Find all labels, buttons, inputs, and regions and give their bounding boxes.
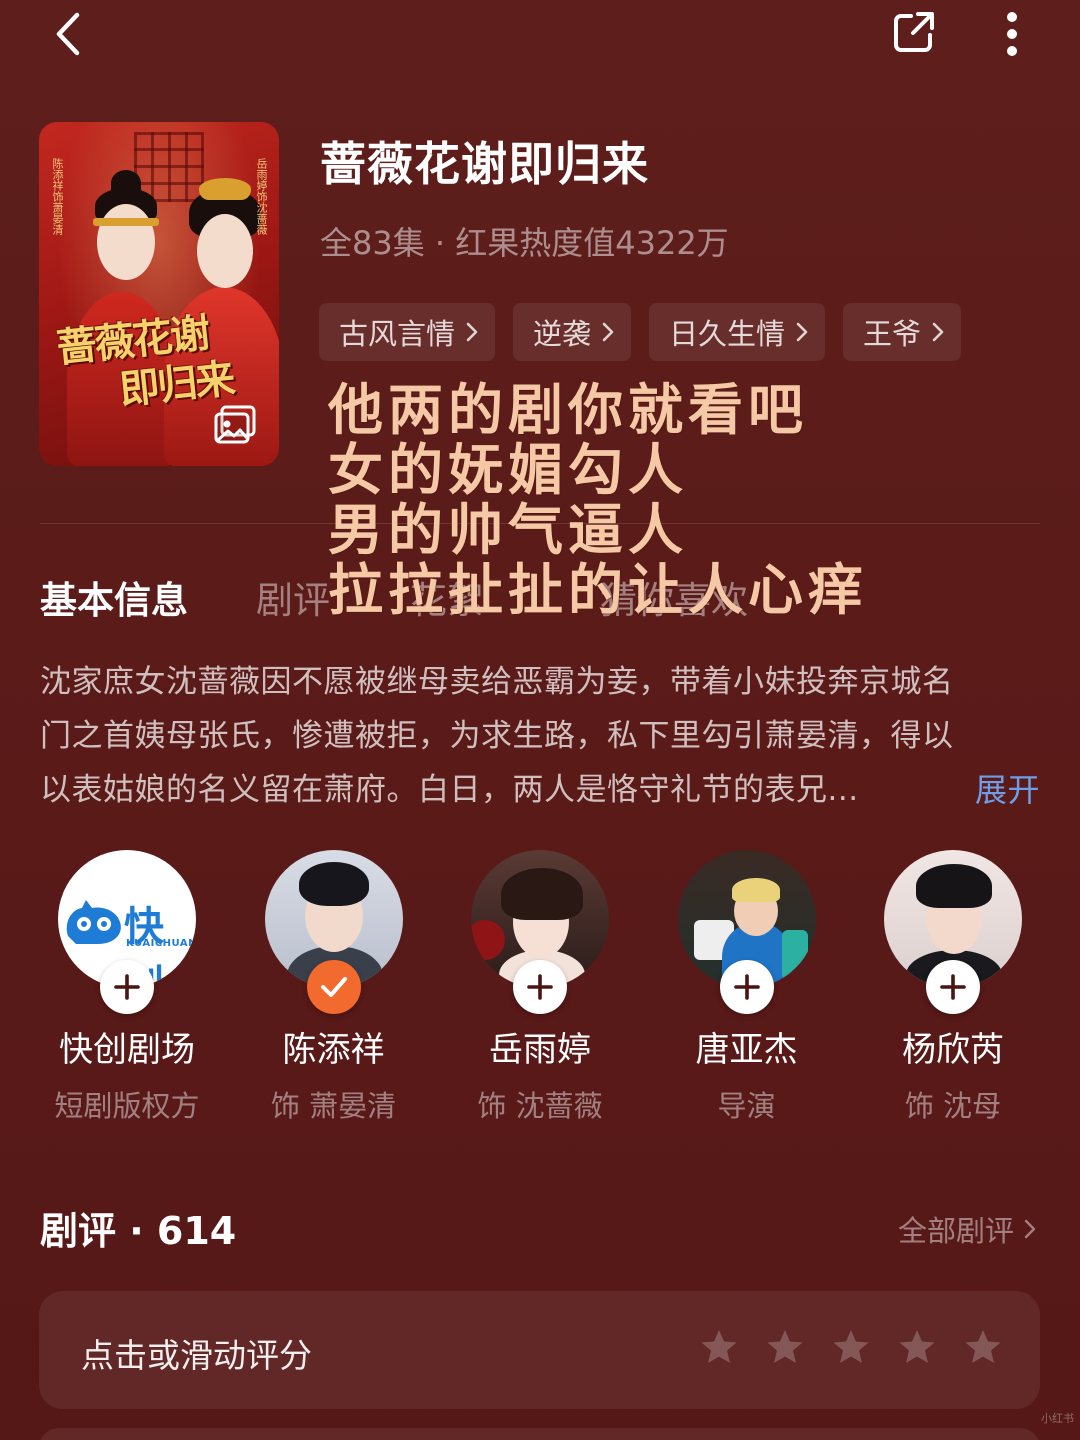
share-icon	[894, 12, 934, 52]
cast-member[interactable]: 陈添祥 饰 萧晏清	[231, 850, 437, 1125]
followed-badge[interactable]	[306, 960, 361, 1014]
overlay-caption-line: 男的帅气逼人	[328, 497, 689, 562]
star-icon[interactable]	[831, 1327, 871, 1367]
chevron-right-icon	[466, 322, 478, 342]
poster-side-text-right: 岳雨婷饰沈蔷薇	[255, 158, 268, 235]
poster-side-text-left: 陈添祥饰萧晏清	[51, 158, 64, 235]
poster-headband	[93, 218, 159, 226]
expand-link[interactable]: 展开	[975, 763, 1040, 817]
more-vertical-icon	[1007, 12, 1017, 56]
rating-prompt: 点击或滑动评分	[81, 1336, 312, 1375]
cast-member[interactable]: 唐亚杰 导演	[644, 850, 850, 1125]
avatar-wrap	[884, 850, 1022, 1014]
cast-name: 岳雨婷	[489, 1030, 591, 1070]
watermark: 小红书	[1041, 1412, 1074, 1425]
genre-tag-label: 王爷	[863, 317, 922, 351]
cast-list: 快创 KUAICHUANG 快创剧场 短剧版权方 陈添祥 饰 萧晏清	[24, 850, 1056, 1125]
plus-icon	[733, 974, 760, 1000]
cast-name: 唐亚杰	[695, 1030, 798, 1070]
overlay-caption-line: 女的妩媚勾人	[328, 437, 689, 502]
share-button[interactable]	[884, 4, 944, 60]
chevron-right-icon	[602, 322, 614, 342]
gallery-icon[interactable]	[213, 405, 257, 445]
rating-card[interactable]: 点击或滑动评分	[39, 1291, 1040, 1409]
follow-button[interactable]	[926, 960, 980, 1014]
synopsis: 沈家庶女沈蔷薇因不愿被继母卖给恶霸为妾，带着小妹投奔京城名 门之首姨母张氏，惨遭…	[40, 655, 1040, 817]
chevron-right-icon	[932, 322, 944, 342]
overlay-caption: 他两的剧你就看吧 女的妩媚勾人 男的帅气逼人 拉拉扯扯的让人心痒	[328, 380, 868, 620]
cast-role: 短剧版权方	[54, 1089, 200, 1123]
plus-icon	[527, 974, 553, 1000]
cast-role: 饰 沈母	[904, 1089, 1002, 1123]
poster-face-man	[97, 204, 155, 280]
avatar-wrap: 快创 KUAICHUANG	[58, 850, 196, 1014]
cast-name: 快创剧场	[59, 1030, 195, 1070]
cast-role: 饰 沈蔷薇	[477, 1089, 603, 1123]
plus-icon	[940, 974, 966, 1000]
drama-title: 蔷薇花谢即归来	[320, 137, 649, 191]
cast-member[interactable]: 岳雨婷 饰 沈蔷薇	[437, 850, 643, 1125]
genre-tag-label: 日久生情	[669, 317, 786, 351]
chevron-left-icon	[56, 12, 80, 56]
rating-stars[interactable]	[699, 1327, 1003, 1367]
overlay-caption-line: 他两的剧你就看吧	[328, 377, 809, 442]
chevron-right-icon	[796, 322, 808, 342]
tab-reviews[interactable]: 剧评	[256, 570, 330, 624]
cast-name: 杨欣芮	[902, 1030, 1004, 1070]
cast-role: 导演	[717, 1089, 776, 1123]
avatar-wrap	[677, 850, 816, 1014]
star-icon[interactable]	[963, 1327, 1003, 1367]
star-icon[interactable]	[699, 1327, 739, 1367]
genre-tag[interactable]: 古风言情	[319, 303, 496, 361]
avatar-wrap	[264, 850, 403, 1014]
cast-name: 陈添祥	[282, 1030, 385, 1070]
synopsis-line: 以表姑娘的名义留在萧府。白日，两人是恪守礼节的表兄...	[40, 772, 859, 808]
follow-button[interactable]	[719, 960, 774, 1014]
follow-button[interactable]	[513, 960, 567, 1014]
cast-member[interactable]: 快创 KUAICHUANG 快创剧场 短剧版权方	[24, 850, 230, 1125]
tab-basic-info[interactable]: 基本信息	[40, 570, 188, 624]
cast-member[interactable]: 杨欣芮 饰 沈母	[850, 850, 1056, 1125]
synopsis-last-row: 以表姑娘的名义留在萧府。白日，两人是恪守礼节的表兄... 展开	[40, 763, 1040, 817]
drama-meta: 全83集 · 红果热度值4322万	[320, 224, 729, 262]
review-card-partial[interactable]	[39, 1428, 1040, 1440]
plus-icon	[114, 974, 140, 1000]
all-reviews-link[interactable]: 全部剧评	[898, 1208, 1036, 1250]
genre-tag-label: 古风言情	[339, 317, 456, 351]
kuaichuang-logo-icon	[66, 900, 121, 944]
synopsis-line: 门之首姨母张氏，惨遭被拒，为求生路，私下里勾引萧晏清，得以	[40, 718, 954, 754]
genre-tag[interactable]: 王爷	[843, 303, 962, 361]
top-bar	[0, 0, 1080, 70]
logo-subtext: KUAICHUANG	[126, 938, 196, 949]
back-button[interactable]	[40, 6, 96, 62]
cast-role: 饰 萧晏清	[270, 1089, 397, 1123]
reviews-title: 剧评 · 614	[40, 1209, 237, 1253]
star-icon[interactable]	[765, 1327, 805, 1367]
drama-poster[interactable]: 陈添祥饰萧晏清 岳雨婷饰沈蔷薇 蔷薇花谢 即归来	[39, 122, 279, 466]
overlay-caption-line: 拉拉扯扯的让人心痒	[328, 557, 869, 622]
chevron-right-icon	[1024, 1219, 1036, 1239]
all-reviews-label: 全部剧评	[897, 1214, 1014, 1248]
follow-button[interactable]	[100, 960, 154, 1014]
check-icon	[320, 977, 347, 997]
genre-tag-label: 逆袭	[533, 317, 592, 351]
genre-tag[interactable]: 日久生情	[649, 303, 826, 361]
more-button[interactable]	[990, 6, 1034, 62]
genre-tag[interactable]: 逆袭	[513, 303, 632, 361]
poster-face-woman	[197, 214, 253, 288]
reviews-header: 剧评 · 614 全部剧评	[40, 1200, 1040, 1253]
genre-tags: 古风言情 逆袭 日久生情 王爷	[319, 303, 962, 361]
avatar-wrap	[471, 850, 609, 1014]
synopsis-line: 沈家庶女沈蔷薇因不愿被继母卖给恶霸为妾，带着小妹投奔京城名	[40, 664, 954, 700]
poster-crown	[199, 178, 251, 200]
star-icon[interactable]	[897, 1327, 937, 1367]
